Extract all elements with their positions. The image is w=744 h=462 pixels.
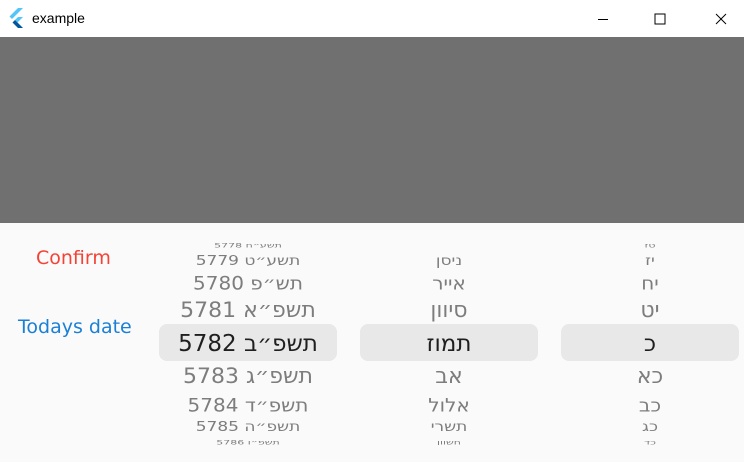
- month-option[interactable]: תשרי: [359, 420, 539, 433]
- day-selected[interactable]: כ: [560, 332, 740, 356]
- day-option[interactable]: יט: [560, 300, 740, 322]
- day-option[interactable]: יח: [560, 274, 740, 292]
- year-option[interactable]: 5784 תשפ״ד: [158, 396, 338, 414]
- year-option[interactable]: 5780 תש״פ: [158, 274, 338, 292]
- year-selected[interactable]: 5782 תשפ״ב: [158, 332, 338, 356]
- day-option[interactable]: כד: [560, 439, 740, 445]
- close-button[interactable]: [698, 0, 744, 37]
- year-option[interactable]: 5783 תשפ״ג: [158, 366, 338, 388]
- year-option[interactable]: 5786 תשפ״ו: [158, 439, 338, 445]
- month-wheel[interactable]: ניסן אייר סיוון תמוז אב אלול תשרי חשוון: [359, 240, 539, 445]
- minimize-button[interactable]: [580, 0, 626, 37]
- minimize-icon: [598, 18, 608, 20]
- month-option[interactable]: חשוון: [359, 439, 539, 445]
- year-option[interactable]: 5778 תשע״ח: [158, 242, 338, 248]
- maximize-button[interactable]: [637, 0, 683, 37]
- month-selected[interactable]: תמוז: [359, 332, 539, 356]
- day-option[interactable]: כב: [560, 396, 740, 414]
- year-wheel[interactable]: 5778 תשע״ח 5779 תשע״ט 5780 תש״פ 5781 תשפ״א 5…: [158, 240, 338, 445]
- month-option[interactable]: אב: [359, 366, 539, 388]
- maximize-icon: [654, 13, 666, 24]
- month-option[interactable]: אייר: [359, 274, 539, 292]
- year-option[interactable]: 5785 תשפ״ה: [158, 420, 338, 433]
- month-option[interactable]: אלול: [359, 396, 539, 414]
- close-icon: [715, 13, 727, 24]
- todays-date-button[interactable]: Todays date: [18, 316, 132, 338]
- month-option[interactable]: ניסן: [359, 254, 539, 267]
- window-titlebar: example: [0, 0, 744, 37]
- year-option[interactable]: 5781 תשפ״א: [158, 300, 338, 322]
- day-option[interactable]: כא: [560, 366, 740, 388]
- day-option[interactable]: יז: [560, 254, 740, 267]
- date-picker-sheet: Confirm Todays date 5778 תשע״ח 5779 תשע״ט…: [0, 223, 744, 462]
- modal-overlay[interactable]: [0, 37, 744, 223]
- year-option[interactable]: 5779 תשע״ט: [158, 254, 338, 267]
- day-wheel[interactable]: טז יז יח יט כ כא כב כג כד: [560, 240, 740, 445]
- month-option[interactable]: סיוון: [359, 300, 539, 322]
- window-title: example: [32, 10, 85, 26]
- confirm-button[interactable]: Confirm: [36, 247, 111, 269]
- day-option[interactable]: טז: [560, 242, 740, 248]
- day-option[interactable]: כג: [560, 420, 740, 433]
- flutter-icon: [9, 8, 23, 28]
